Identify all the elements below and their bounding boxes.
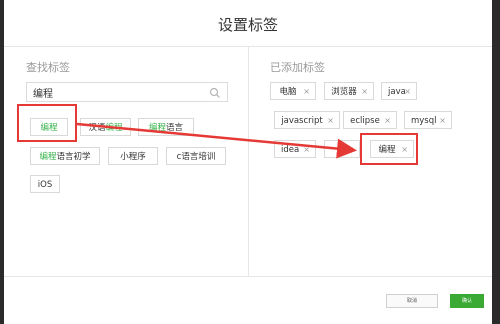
- annotation-arrow: [76, 122, 357, 159]
- set-tags-dialog: 设置标签 查找标签 编程 汉语编程 编程语言 编程语言初学 小程序 c语言培训 …: [4, 0, 492, 324]
- confirm-button[interactable]: 确认: [450, 294, 484, 308]
- cancel-button[interactable]: 取消: [386, 294, 438, 308]
